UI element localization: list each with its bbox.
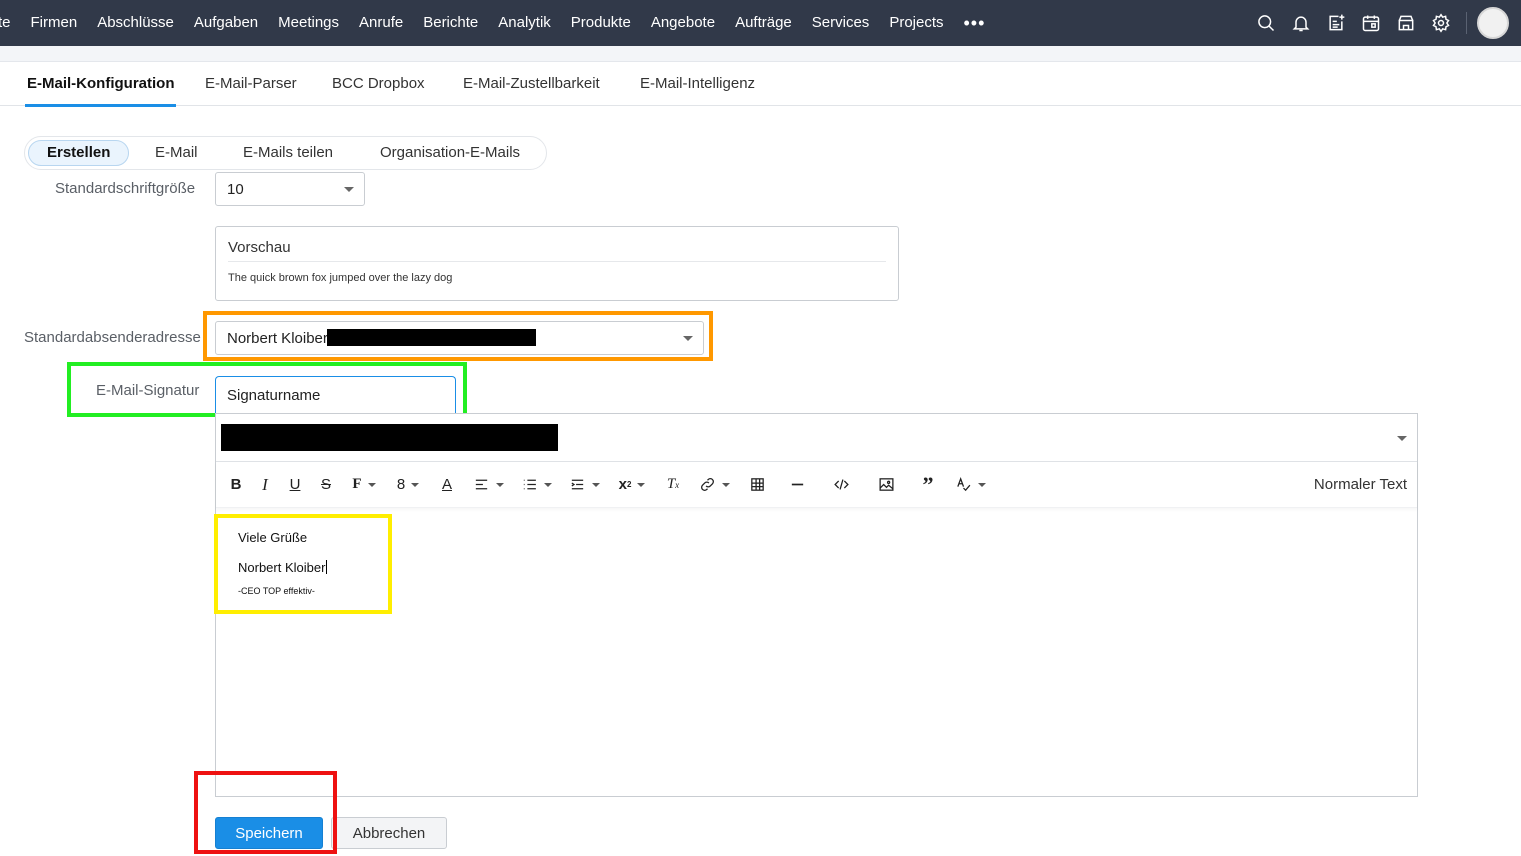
tab-email-konfiguration[interactable]: E-Mail-Konfiguration <box>24 62 177 107</box>
signature-line-greeting: Viele Grüße <box>238 530 308 545</box>
preview-text: The quick brown fox jumped over the lazy… <box>228 272 453 284</box>
quote-icon[interactable]: ” <box>910 470 946 500</box>
font-size-label: Standardschriftgröße <box>55 180 196 197</box>
sub-header-bar <box>0 46 1521 62</box>
avatar[interactable] <box>1477 7 1509 39</box>
chevron-down-icon <box>344 187 354 192</box>
underline-icon[interactable]: U <box>282 470 308 500</box>
text-cursor <box>326 560 328 574</box>
redacted-signature-selector <box>221 424 558 451</box>
preview-divider <box>228 261 886 262</box>
preview-title: Vorschau <box>228 239 291 256</box>
tab-email-intelligenz[interactable]: E-Mail-Intelligenz <box>640 62 755 106</box>
paragraph-format-dropdown[interactable]: Normaler Text <box>1314 462 1407 508</box>
chevron-down-icon <box>683 336 693 341</box>
tab-email-parser[interactable]: E-Mail-Parser <box>205 62 297 106</box>
font-preview-box: Vorschau The quick brown fox jumped over… <box>215 226 899 301</box>
nav-item-anrufe[interactable]: Anrufe <box>349 0 413 46</box>
link-icon[interactable] <box>692 470 736 500</box>
code-icon[interactable] <box>820 470 862 500</box>
font-family-icon[interactable]: F <box>344 470 384 500</box>
nav-item-services[interactable]: Services <box>802 0 880 46</box>
bold-icon[interactable]: B <box>224 470 248 500</box>
nav-item-analytik[interactable]: Analytik <box>488 0 561 46</box>
image-icon[interactable] <box>866 470 906 500</box>
signature-line-name: Norbert Kloiber <box>238 560 328 575</box>
nav-icons <box>1248 0 1521 46</box>
search-icon[interactable] <box>1248 0 1283 46</box>
nav-item-auftraege[interactable]: Aufträge <box>725 0 802 46</box>
superscript-icon[interactable]: x2 <box>610 470 654 500</box>
settings-tabs: E-Mail-Konfiguration E-Mail-Parser BCC D… <box>0 62 1521 107</box>
indent-icon[interactable] <box>562 470 606 500</box>
nav-item-abschluesse[interactable]: Abschlüsse <box>87 0 184 46</box>
redacted-email <box>327 329 536 346</box>
nav-item-berichte[interactable]: Berichte <box>413 0 488 46</box>
subtab-emails-teilen[interactable]: E-Mails teilen <box>225 140 351 166</box>
clear-format-icon[interactable]: Tx <box>658 470 688 500</box>
sender-address-label: Standardabsenderadresse <box>24 329 201 346</box>
top-navigation: te Firmen Abschlüsse Aufgaben Meetings A… <box>0 0 1521 46</box>
italic-icon[interactable]: I <box>252 470 278 500</box>
tab-email-zustellbarkeit[interactable]: E-Mail-Zustellbarkeit <box>463 62 600 106</box>
signature-name-field[interactable]: Signaturname <box>215 376 456 413</box>
editor-font-size: 8 <box>396 476 406 493</box>
bell-icon[interactable] <box>1283 0 1318 46</box>
table-icon[interactable] <box>740 470 774 500</box>
tab-bcc-dropbox[interactable]: BCC Dropbox <box>332 62 425 106</box>
strikethrough-icon[interactable]: S <box>312 470 340 500</box>
font-size-select[interactable]: 10 <box>215 172 365 206</box>
nav-separator <box>1466 12 1467 34</box>
add-note-icon[interactable] <box>1318 0 1353 46</box>
signature-label: E-Mail-Signatur <box>96 382 200 399</box>
signature-name-text: Norbert Kloiber <box>238 560 326 575</box>
cancel-button[interactable]: Abbrechen <box>331 817 447 849</box>
subtab-erstellen[interactable]: Erstellen <box>28 140 130 166</box>
editor-toolbar: B I U S F 8 A x2 Tx ” <box>216 462 1417 508</box>
font-size-value: 10 <box>227 180 244 198</box>
text-color-icon[interactable]: A <box>432 470 462 500</box>
signature-line-title: -CEO TOP effektiv- <box>238 586 315 596</box>
font-size-dropdown[interactable]: 8 <box>388 470 428 500</box>
nav-item-aufgaben[interactable]: Aufgaben <box>184 0 268 46</box>
sender-address-value: Norbert Kloiber <box>227 329 328 347</box>
horizontal-line-icon[interactable] <box>778 470 816 500</box>
more-menu-icon[interactable]: ••• <box>954 13 996 34</box>
gear-icon[interactable] <box>1423 0 1458 46</box>
subtab-organisation-emails[interactable]: Organisation-E-Mails <box>362 140 538 166</box>
nav-item-partial[interactable]: te <box>0 0 21 46</box>
nav-item-meetings[interactable]: Meetings <box>268 0 349 46</box>
subtab-group: Erstellen E-Mail E-Mails teilen Organisa… <box>24 136 547 170</box>
signature-editor: B I U S F 8 A x2 Tx ” Normaler Text Viel… <box>215 413 1418 797</box>
subtab-email[interactable]: E-Mail <box>137 140 216 166</box>
nav-item-projects[interactable]: Projects <box>879 0 953 46</box>
list-icon[interactable] <box>514 470 558 500</box>
save-button[interactable]: Speichern <box>215 817 323 849</box>
nav-item-firmen[interactable]: Firmen <box>21 0 88 46</box>
nav-item-produkte[interactable]: Produkte <box>561 0 641 46</box>
calendar-icon[interactable] <box>1353 0 1388 46</box>
chevron-down-icon[interactable] <box>1397 435 1407 441</box>
nav-item-angebote[interactable]: Angebote <box>641 0 725 46</box>
align-icon[interactable] <box>466 470 510 500</box>
spellcheck-icon[interactable] <box>950 470 990 500</box>
marketplace-icon[interactable] <box>1388 0 1423 46</box>
